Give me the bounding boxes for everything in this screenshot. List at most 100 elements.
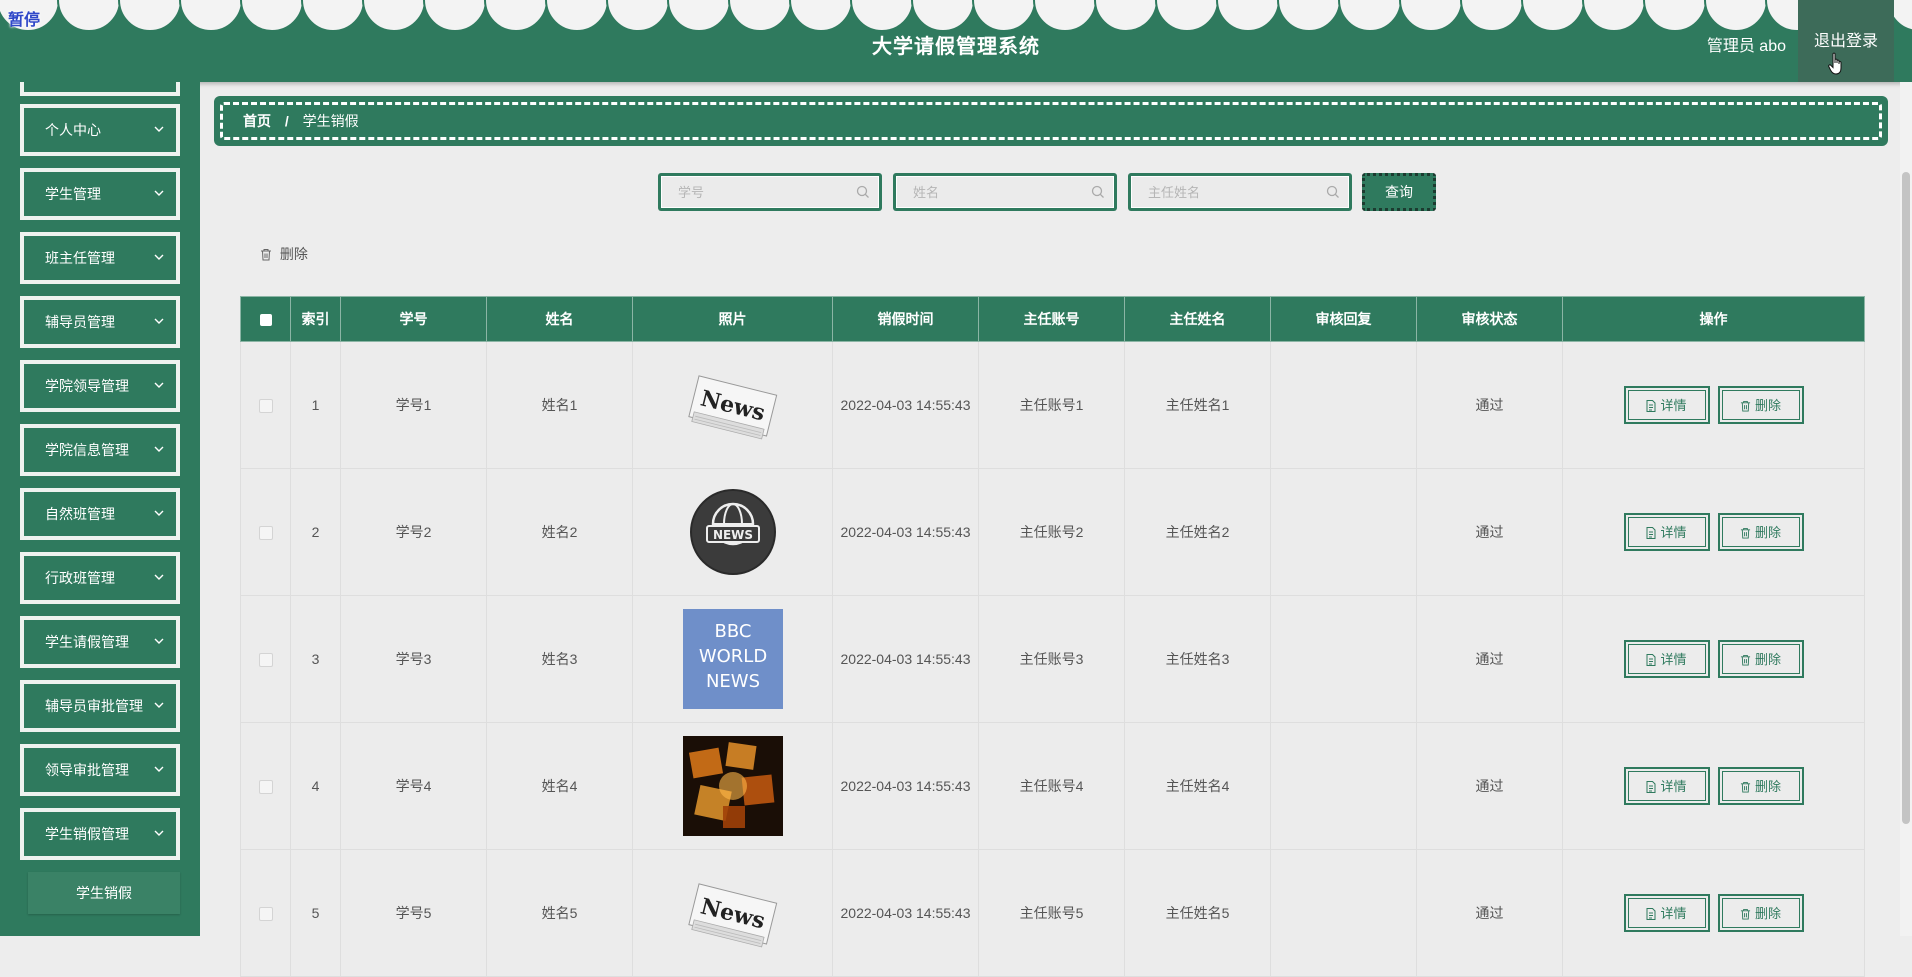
row-select-cell[interactable] bbox=[240, 849, 291, 977]
delete-label: 删除 bbox=[1754, 398, 1781, 413]
delete-label: 删除 bbox=[1754, 652, 1781, 667]
detail-label: 详情 bbox=[1660, 652, 1687, 667]
hand-cursor-icon bbox=[1828, 52, 1842, 75]
name-cell: 姓名2 bbox=[486, 468, 633, 596]
sidebar-item-9[interactable]: 学生请假管理 bbox=[20, 616, 180, 668]
head-account-cell: 主任账号3 bbox=[978, 595, 1125, 723]
head-account-cell: 主任账号5 bbox=[978, 849, 1125, 977]
chevron-down-icon bbox=[154, 382, 164, 388]
column-header: 姓名 bbox=[486, 296, 633, 342]
sidebar: 个人中心学生管理班主任管理辅导员管理学院领导管理学院信息管理 自然班管理行政班管理… bbox=[0, 82, 200, 936]
detail-button[interactable]: 详情 bbox=[1623, 767, 1710, 805]
user-info: 管理员 abo bbox=[1706, 38, 1786, 55]
delete-label: 删除 bbox=[1754, 525, 1781, 540]
review-status-cell: 通过 bbox=[1416, 468, 1563, 596]
head-name-cell: 主任姓名1 bbox=[1124, 341, 1271, 469]
column-header: 主任账号 bbox=[978, 296, 1125, 342]
detail-button[interactable]: 详情 bbox=[1623, 640, 1710, 678]
column-header: 主任姓名 bbox=[1124, 296, 1271, 342]
detail-button[interactable]: 详情 bbox=[1623, 386, 1710, 424]
sidebar-item-3[interactable]: 班主任管理 bbox=[20, 232, 180, 284]
sidebar-subitem-student-leave-cancel[interactable]: 学生销假 bbox=[28, 872, 180, 914]
detail-label: 详情 bbox=[1660, 906, 1687, 921]
sidebar-item-2[interactable]: 学生管理 bbox=[20, 168, 180, 220]
sidebar-item-12[interactable]: 学生销假管理 bbox=[20, 808, 180, 860]
delete-button[interactable]: 删除 bbox=[1717, 513, 1804, 551]
document-icon bbox=[1646, 527, 1656, 539]
document-icon bbox=[1646, 654, 1656, 666]
row-checkbox[interactable] bbox=[258, 399, 273, 414]
page-scrollbar-thumb[interactable] bbox=[1902, 172, 1910, 824]
row-checkbox[interactable] bbox=[258, 526, 273, 541]
row-checkbox[interactable] bbox=[258, 653, 273, 668]
sidebar-item-11[interactable]: 领导审批管理 bbox=[20, 744, 180, 796]
table-row: 3 学号3 姓名3 BBC WORLD NEWS 2022-04-03 14:55:43… bbox=[240, 595, 1865, 723]
row-select-cell[interactable] bbox=[240, 468, 291, 596]
head-teacher-name-input[interactable] bbox=[1132, 177, 1330, 207]
student-no-cell: 学号3 bbox=[340, 595, 487, 723]
query-button[interactable]: 查询 bbox=[1362, 173, 1436, 211]
sidebar-item-1[interactable]: 个人中心 bbox=[20, 104, 180, 156]
bulk-delete-button[interactable]: 删除 bbox=[260, 244, 308, 264]
sidebar-item-5[interactable]: 学院领导管理 bbox=[20, 360, 180, 412]
index-cell: 5 bbox=[290, 849, 341, 977]
top-header: 暂停 大学请假管理系统 管理员 abo 退出登录 bbox=[0, 0, 1912, 82]
column-header: 照片 bbox=[632, 296, 833, 342]
breadcrumb-home[interactable]: 首页 bbox=[243, 113, 271, 129]
row-select-cell[interactable] bbox=[240, 341, 291, 469]
leave-cancel-table: 索引 学号 姓名 照片 销假时间 主任账号 主任姓名 审核回复 审核状态 操作 … bbox=[240, 296, 1865, 977]
head-name-cell: 主任姓名4 bbox=[1124, 722, 1271, 850]
trash-icon bbox=[1740, 527, 1751, 539]
cancel-time-cell: 2022-04-03 14:55:43 bbox=[832, 341, 979, 469]
student-no-input[interactable] bbox=[662, 177, 860, 207]
document-icon bbox=[1646, 908, 1656, 920]
sidebar-item-4[interactable]: 辅导员管理 bbox=[20, 296, 180, 348]
select-all-checkbox[interactable] bbox=[259, 314, 272, 327]
sidebar-item-label: 学院领导管理 bbox=[45, 378, 129, 394]
chevron-down-icon bbox=[154, 702, 164, 708]
trash-icon bbox=[1740, 654, 1751, 666]
sidebar-item-partial[interactable] bbox=[20, 82, 180, 96]
sidebar-item-10[interactable]: 辅导员审批管理 bbox=[20, 680, 180, 732]
index-cell: 2 bbox=[290, 468, 341, 596]
name-cell: 姓名4 bbox=[486, 722, 633, 850]
detail-button[interactable]: 详情 bbox=[1623, 513, 1710, 551]
review-reply-cell bbox=[1270, 341, 1417, 469]
app-title: 大学请假管理系统 bbox=[872, 36, 1040, 58]
review-reply-cell bbox=[1270, 722, 1417, 850]
detail-button[interactable]: 详情 bbox=[1623, 894, 1710, 932]
pause-badge[interactable]: 暂停 bbox=[8, 6, 40, 30]
chevron-down-icon bbox=[154, 254, 164, 260]
row-select-cell[interactable] bbox=[240, 722, 291, 850]
row-select-cell[interactable] bbox=[240, 595, 291, 723]
news-paper-image: News bbox=[687, 375, 777, 440]
head-name-cell: 主任姓名3 bbox=[1124, 595, 1271, 723]
name-input[interactable] bbox=[897, 177, 1095, 207]
search-icon bbox=[1326, 185, 1339, 198]
breadcrumb-current: 学生销假 bbox=[302, 113, 359, 129]
sidebar-item-label: 辅导员管理 bbox=[45, 314, 115, 330]
delete-button[interactable]: 删除 bbox=[1717, 767, 1804, 805]
sidebar-item-label: 个人中心 bbox=[45, 122, 101, 138]
photo-cell: News bbox=[632, 849, 833, 977]
sidebar-item-7[interactable]: 自然班管理 bbox=[20, 488, 180, 540]
sidebar-item-label: 学生销假管理 bbox=[45, 826, 129, 842]
logout-button[interactable]: 退出登录 bbox=[1798, 0, 1894, 82]
head-account-cell: 主任账号1 bbox=[978, 341, 1125, 469]
sidebar-item-label: 辅导员审批管理 bbox=[45, 698, 143, 714]
review-reply-cell bbox=[1270, 849, 1417, 977]
page-scrollbar[interactable] bbox=[1900, 82, 1912, 936]
row-checkbox[interactable] bbox=[258, 780, 273, 795]
delete-button[interactable]: 删除 bbox=[1717, 894, 1804, 932]
chevron-down-icon bbox=[154, 766, 164, 772]
delete-button[interactable]: 删除 bbox=[1717, 386, 1804, 424]
row-checkbox[interactable] bbox=[258, 907, 273, 922]
breadcrumb: 首页 / 学生销假 bbox=[214, 96, 1888, 146]
review-reply-cell bbox=[1270, 595, 1417, 723]
select-all-header[interactable] bbox=[240, 296, 291, 342]
delete-button[interactable]: 删除 bbox=[1717, 640, 1804, 678]
sidebar-item-8[interactable]: 行政班管理 bbox=[20, 552, 180, 604]
sidebar-item-6[interactable]: 学院信息管理 bbox=[20, 424, 180, 476]
sidebar-item-label: 学生管理 bbox=[45, 186, 101, 202]
chevron-down-icon bbox=[154, 830, 164, 836]
